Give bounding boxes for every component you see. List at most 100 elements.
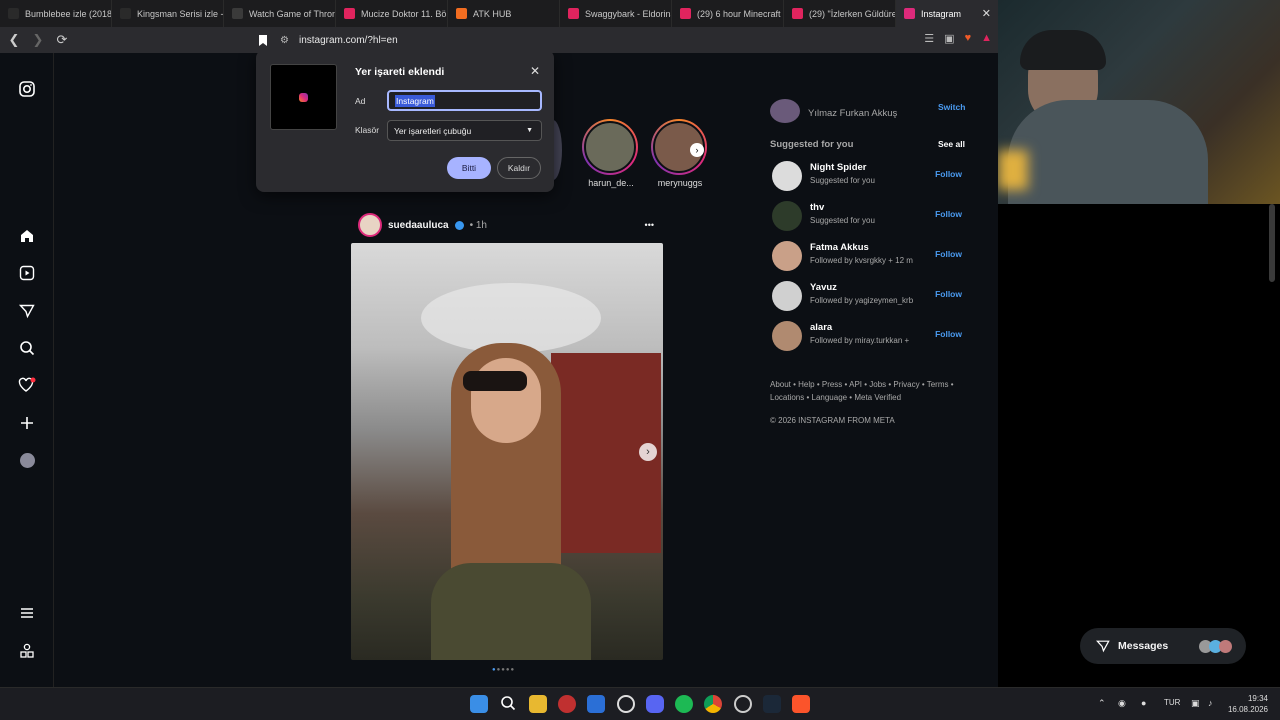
tab[interactable]: ATK HUB [448, 0, 560, 27]
bookmark-folder-select[interactable]: Yer işaretleri çubuğu ▼ [387, 120, 542, 141]
suggestion-name[interactable]: Fatma Akkus [810, 242, 869, 253]
tab-active[interactable]: Instagram ✕ [896, 0, 1000, 27]
suggestion-row: thv Suggested for you Follow [768, 199, 968, 233]
tab-bar: Bumblebee izle (2018) Kingsman Serisi izl… [0, 0, 1000, 27]
forward-icon[interactable]: ❯ [28, 32, 48, 48]
reload-icon[interactable]: ⟳ [52, 32, 72, 48]
store-icon[interactable] [587, 695, 605, 713]
chrome-icon[interactable] [704, 695, 722, 713]
language-indicator[interactable]: TUR [1164, 698, 1180, 707]
page-scrollbar[interactable] [1269, 204, 1275, 282]
suggestion-avatar[interactable] [772, 161, 802, 191]
more-menu-icon[interactable] [17, 603, 37, 623]
bookmark-added-popup: Yer işareti eklendi ✕ Ad Instagram Klasö… [256, 53, 554, 192]
search-icon[interactable] [500, 695, 518, 713]
suggestion-avatar[interactable] [772, 321, 802, 351]
copyright: © 2026 INSTAGRAM FROM META [770, 416, 895, 425]
reels-icon[interactable] [17, 263, 37, 283]
chevron-up-icon[interactable]: ⌃ [1098, 698, 1106, 709]
story-item[interactable]: harun_de... [582, 119, 640, 188]
suggestion-name[interactable]: Night Spider [810, 162, 866, 173]
create-plus-icon[interactable] [17, 413, 37, 433]
brave-icon[interactable] [792, 695, 810, 713]
messages-button[interactable]: Messages [1080, 628, 1246, 664]
tab[interactable]: Mucize Doktor 11. Bö [336, 0, 448, 27]
follow-button[interactable]: Follow [935, 169, 962, 179]
post-author-name[interactable]: suedaauluca [388, 220, 449, 231]
post-image[interactable]: › [351, 243, 663, 660]
remove-button[interactable]: Kaldır [497, 157, 541, 179]
cast-icon[interactable]: ▣ [944, 32, 954, 45]
verified-badge-icon [454, 220, 464, 230]
suggestion-avatar[interactable] [772, 241, 802, 271]
notifications-heart-icon[interactable] [17, 375, 37, 395]
follow-button[interactable]: Follow [935, 209, 962, 219]
url-box[interactable]: ⚙ instagram.com/?hl=en [256, 30, 996, 50]
profile-avatar[interactable] [17, 450, 37, 470]
tray-app-icon[interactable]: ◉ [1118, 698, 1126, 709]
windows-start-icon[interactable] [470, 695, 488, 713]
suggestion-name[interactable]: Yavuz [810, 282, 837, 293]
home-icon[interactable] [17, 226, 37, 246]
suggestions-heading: Suggested for you [770, 139, 854, 150]
bookmark-icon[interactable] [256, 32, 270, 48]
suggestion-avatar[interactable] [772, 201, 802, 231]
suggestion-avatar[interactable] [772, 281, 802, 311]
follow-button[interactable]: Follow [935, 289, 962, 299]
tab[interactable]: (29) "İzlerken Güldüre [784, 0, 896, 27]
done-button[interactable]: Bitti [447, 157, 491, 179]
tab-label: Bumblebee izle (2018) [25, 8, 112, 19]
tab[interactable]: (29) 6 hour Minecraft [672, 0, 784, 27]
search-icon[interactable] [17, 338, 37, 358]
tab-favicon-icon [344, 8, 355, 19]
address-bar: ❮ ❯ ⟳ ⚙ instagram.com/?hl=en ☰ ▣ ♥ ▲ [0, 27, 1000, 53]
direct-icon[interactable] [17, 301, 37, 321]
discord-icon[interactable] [646, 695, 664, 713]
also-from-meta-icon[interactable] [17, 641, 37, 661]
settings-gear-icon[interactable] [617, 695, 635, 713]
close-icon[interactable]: ✕ [530, 64, 540, 78]
post-author-avatar[interactable] [358, 213, 382, 237]
instagram-logo-icon[interactable] [17, 79, 37, 99]
app-icon[interactable] [734, 695, 752, 713]
volume-icon[interactable]: ♪ [1208, 698, 1213, 708]
suggestion-name[interactable]: alara [810, 322, 832, 333]
site-settings-icon[interactable]: ⚙ [280, 35, 289, 46]
switch-account-link[interactable]: Switch [938, 102, 965, 112]
tab-close-icon[interactable]: ✕ [982, 7, 991, 20]
tab-label: ATK HUB [473, 8, 512, 19]
translate-icon[interactable]: ☰ [924, 32, 934, 45]
spotify-icon[interactable] [675, 695, 693, 713]
post-next-icon[interactable]: › [639, 443, 657, 461]
steam-icon[interactable] [763, 695, 781, 713]
tab[interactable]: Watch Game of Thron [224, 0, 336, 27]
account-avatar[interactable] [770, 99, 800, 123]
suggestion-name[interactable]: thv [810, 202, 824, 213]
microphone-icon[interactable]: ● [1141, 698, 1146, 708]
tab[interactable]: Bumblebee izle (2018) [0, 0, 112, 27]
webcam-lamp [998, 150, 1028, 190]
tab[interactable]: Kingsman Serisi izle - [112, 0, 224, 27]
follow-button[interactable]: Follow [935, 329, 962, 339]
bookmark-name-input[interactable]: Instagram [387, 90, 542, 111]
post-time: • 1h [469, 219, 487, 231]
network-icon[interactable]: ▣ [1191, 698, 1200, 709]
stories-next-icon[interactable]: › [690, 143, 704, 157]
app-icon[interactable] [558, 695, 576, 713]
folder-label: Klasör [355, 125, 380, 135]
file-explorer-icon[interactable] [529, 695, 547, 713]
tab-favicon-icon [568, 8, 579, 19]
suggestion-row: Fatma Akkus Followed by kvsrgkky + 12 m Fo… [768, 239, 968, 273]
tab[interactable]: Swaggybark - Eldorina [560, 0, 672, 27]
instagram-page: harun_de... merynuggs › suedaauluca • 1h… [0, 53, 1000, 687]
brave-shield-icon[interactable]: ♥ [965, 32, 972, 45]
follow-button[interactable]: Follow [935, 249, 962, 259]
clock[interactable]: 19:34 16.08.2026 [1228, 693, 1268, 715]
url-text[interactable]: instagram.com/?hl=en [299, 35, 398, 46]
name-label: Ad [355, 96, 366, 106]
back-icon[interactable]: ❮ [4, 32, 24, 48]
see-all-link[interactable]: See all [938, 139, 965, 149]
suggestion-subtitle: Suggested for you [810, 216, 875, 225]
brave-rewards-icon[interactable]: ▲ [981, 32, 992, 45]
post-more-options-icon[interactable]: ••• [645, 220, 654, 230]
